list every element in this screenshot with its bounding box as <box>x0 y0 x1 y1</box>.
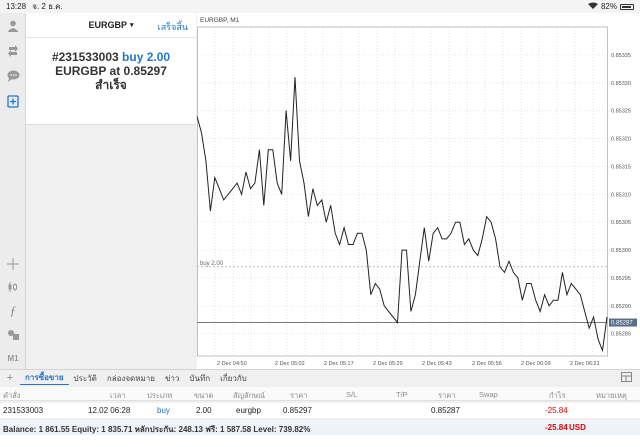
header-order: คำสั่ง <box>3 391 21 400</box>
add-icon[interactable]: + <box>0 372 20 384</box>
indicators-icon[interactable] <box>5 279 21 295</box>
row-type: buy <box>157 406 170 415</box>
price-tick-label: 0.85320 <box>611 137 631 143</box>
done-button[interactable]: เสร็จสิ้น <box>158 20 188 34</box>
trade-table-header: คำสั่ง เวลา ประเภท ขนาด สัญลักษณ์ ราคา S… <box>0 387 640 401</box>
row-profit: -25.84 <box>545 406 568 415</box>
row-symbol: eurgbp <box>236 406 261 415</box>
price-tick-label: 0.85315 <box>611 164 631 170</box>
header-swap: Swap <box>479 390 498 399</box>
order-price: 0.85297 <box>123 64 167 78</box>
chart-grid <box>197 26 608 357</box>
header-price: ราคา <box>290 391 308 400</box>
tab-mailbox[interactable]: กล่องจดหมาย <box>102 372 160 385</box>
function-icon[interactable]: ƒ <box>5 303 21 319</box>
time-tick-label: 2 Dec 04:50 <box>217 361 247 367</box>
tool-sidebar: ƒ M1 <box>0 13 26 369</box>
new-order-icon[interactable] <box>5 93 21 109</box>
row-volume: 2.00 <box>196 406 212 415</box>
price-tick-label: 0.85325 <box>611 109 631 115</box>
price-tick-label: 0.85305 <box>611 220 631 226</box>
tab-trade[interactable]: การซื้อขาย <box>20 371 69 385</box>
battery-percent: 82% <box>600 2 617 11</box>
tab-about[interactable]: เกี่ยวกับ <box>215 372 252 385</box>
timeframe-button[interactable]: M1 <box>5 350 21 366</box>
person-icon[interactable] <box>5 18 21 34</box>
balance-currency: USD <box>569 423 586 432</box>
price-axis: 0.85335 0.85330 0.85325 0.85320 0.85315 0.853… <box>611 53 631 338</box>
chart-canvas[interactable]: buy 2.00 0.85297 0.853350.853300.853250.… <box>197 13 640 369</box>
row-price: 0.85297 <box>283 406 312 415</box>
symbol-label: EURGBP <box>88 20 127 30</box>
price-tick-label: 0.85300 <box>611 248 631 254</box>
time-tick-label: 2 Dec 06:21 <box>570 361 600 367</box>
order-confirmation: #231533003 buy 2.00 EURGBP at 0.85297 สำ… <box>26 50 196 92</box>
chat-icon[interactable] <box>5 68 21 84</box>
price-line <box>197 77 608 353</box>
order-number: #231533003 <box>51 50 119 64</box>
header-comment: หมายเหตุ <box>596 391 627 400</box>
tab-news[interactable]: ข่าว <box>160 372 184 385</box>
trade-icon[interactable] <box>5 43 21 59</box>
order-status: สำเร็จ <box>95 78 127 92</box>
chart-symbol-label: EURGBP, M1 <box>200 17 240 24</box>
price-tick-label: 0.85330 <box>611 81 631 87</box>
plot-border <box>197 26 608 357</box>
status-date: จ. 2 ธ.ค. <box>32 2 63 11</box>
time-tick-label: 2 Dec 05:02 <box>275 361 305 367</box>
order-action: buy 2.00 <box>122 50 171 64</box>
terminal-tabs: + การซื้อขาย ประวัติ กล่องจดหมาย ข่าว บั… <box>0 369 640 386</box>
time-tick-label: 2 Dec 05:43 <box>422 361 452 367</box>
row-order: 231533003 <box>3 406 44 415</box>
crosshair-icon[interactable] <box>5 256 21 272</box>
row-price2: 0.85287 <box>431 406 460 415</box>
time-tick-label: 2 Dec 06:09 <box>521 361 551 367</box>
tab-journal[interactable]: บันทึก <box>184 372 215 385</box>
price-tick-label: 0.85290 <box>611 304 631 310</box>
time-axis: 2 Dec 04:50 2 Dec 05:02 2 Dec 05:17 2 Dec 0… <box>217 361 600 367</box>
header-symbol: สัญลักษณ์ <box>233 391 266 400</box>
header-time: เวลา <box>110 391 126 400</box>
objects-icon[interactable] <box>5 327 21 343</box>
time-tick-label: 2 Dec 05:29 <box>373 361 403 367</box>
time-tick-label: 2 Dec 05:56 <box>472 361 502 367</box>
bid-price-badge: 0.85297 <box>609 318 637 327</box>
status-time: 13:28 <box>6 2 27 11</box>
header-volume: ขนาด <box>194 391 214 400</box>
bid-price-label: 0.85297 <box>611 321 633 327</box>
symbol-selector[interactable]: EURGBP ▾ เสร็จสิ้น <box>26 13 196 38</box>
balance-bar: Balance: 1 861.55 Equity: 1 835.71 หลักป… <box>0 420 640 435</box>
tab-history[interactable]: ประวัติ <box>69 372 102 385</box>
price-tick-label: 0.85285 <box>611 332 631 338</box>
price-chart[interactable]: buy 2.00 0.85297 0.85335 0.85330 0.85325 0.… <box>197 13 640 369</box>
header-tp: T/P <box>396 390 408 399</box>
price-tick-label: 0.85335 <box>611 53 631 59</box>
header-type: ประเภท <box>147 391 173 400</box>
order-line-label: buy 2.00 <box>200 261 224 267</box>
table-row[interactable]: 231533003 12.02 06:28 buy 2.00 eurgbp 0.… <box>0 403 640 418</box>
chevron-down-icon: ▾ <box>130 22 134 29</box>
battery-icon <box>620 3 634 10</box>
header-profit: กำไร <box>549 391 566 400</box>
status-bar: 13:28 จ. 2 ธ.ค. 82% <box>0 0 640 13</box>
header-sl: S/L <box>346 390 358 399</box>
wifi-icon <box>587 2 598 11</box>
bottom-strip <box>0 435 640 447</box>
balance-profit: -25.84 <box>545 423 568 432</box>
price-tick-label: 0.85295 <box>611 276 631 282</box>
order-symbol-at: EURGBP at <box>55 64 124 78</box>
header-price2: ราคา <box>438 391 456 400</box>
row-time: 12.02 06:28 <box>88 406 131 415</box>
time-tick-label: 2 Dec 05:17 <box>324 361 354 367</box>
order-result-panel: EURGBP ▾ เสร็จสิ้น #231533003 buy 2.00 E… <box>26 13 196 125</box>
window-layout-icon[interactable] <box>621 372 632 384</box>
price-tick-label: 0.85310 <box>611 192 631 198</box>
